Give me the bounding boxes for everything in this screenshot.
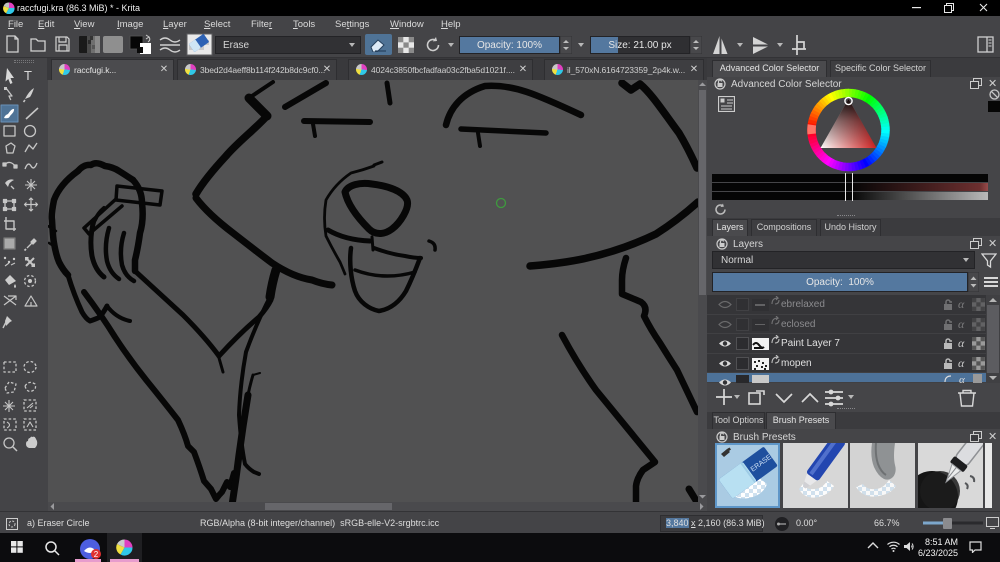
svg-text:α: α [959, 374, 965, 383]
svg-text:T: T [24, 68, 32, 83]
svg-text:2: 2 [94, 550, 99, 559]
